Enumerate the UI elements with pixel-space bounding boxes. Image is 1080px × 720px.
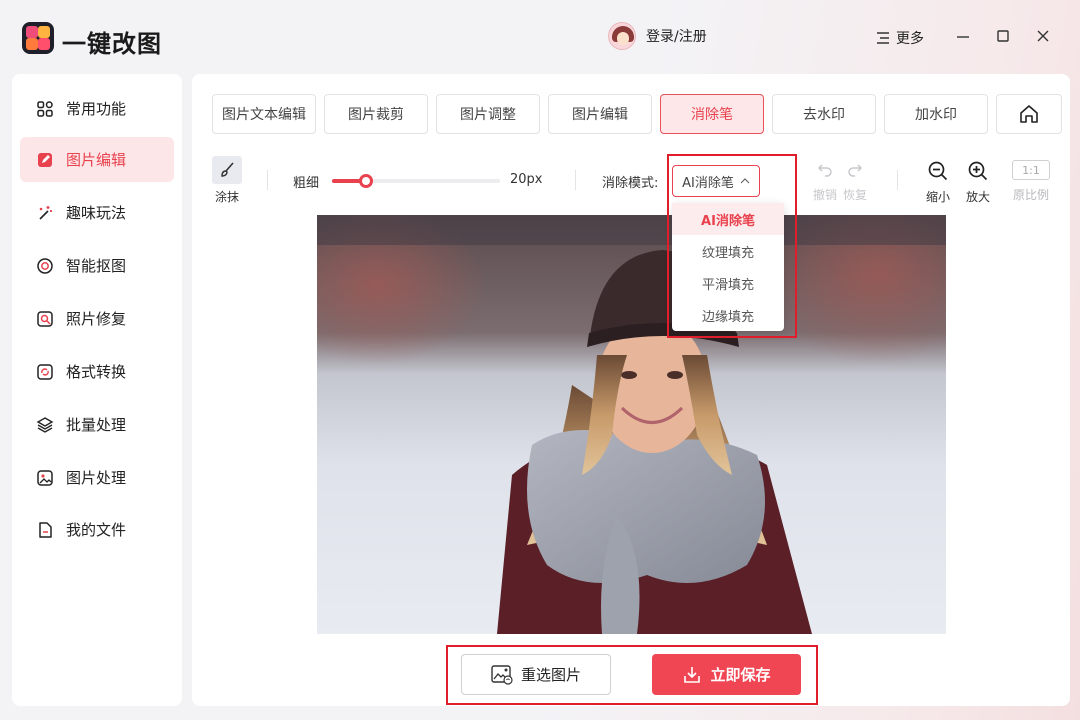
sidebar-item-image-process[interactable]: 图片处理 [20, 455, 174, 500]
zoom-in-label: 放大 [966, 190, 991, 204]
tab-crop[interactable]: 图片裁剪 [324, 94, 428, 134]
mode-option-edge[interactable]: 边缘填充 [672, 299, 784, 331]
zoom-in-button[interactable]: 放大 [966, 160, 990, 205]
more-menu-button[interactable]: 更多 [876, 28, 924, 48]
original-ratio-button[interactable]: 1:1 原比例 [1012, 160, 1050, 203]
minimize-button[interactable] [951, 24, 975, 48]
login-register[interactable]: 登录/注册 [608, 22, 707, 50]
sidebar-item-image-edit[interactable]: 图片编辑 [20, 137, 174, 182]
maximize-button[interactable] [991, 24, 1015, 48]
save-label: 立即保存 [710, 666, 771, 684]
photo-image [317, 215, 946, 634]
thickness-slider[interactable] [332, 174, 500, 188]
sidebar-item-cutout[interactable]: 智能抠图 [20, 243, 174, 288]
sidebar-item-label: 照片修复 [66, 310, 127, 328]
menu-icon [877, 32, 889, 44]
sidebar-item-label: 图片处理 [66, 469, 127, 487]
photo-repair-icon [36, 310, 54, 328]
sidebar-item-fun[interactable]: 趣味玩法 [20, 190, 174, 235]
undo-label: 撤销 [813, 188, 838, 202]
sidebar-item-label: 格式转换 [66, 363, 127, 381]
avatar [608, 22, 636, 50]
reselect-image-button[interactable]: 重选图片 [461, 654, 611, 695]
close-button[interactable] [1031, 24, 1055, 48]
divider [897, 170, 898, 190]
sidebar-item-my-files[interactable]: 我的文件 [20, 507, 174, 552]
file-icon [36, 521, 54, 539]
tab-remove-watermark[interactable]: 去水印 [772, 94, 876, 134]
app-title: 一键改图 [62, 30, 162, 58]
home-icon [1020, 105, 1038, 123]
mode-option-smooth[interactable]: 平滑填充 [672, 267, 784, 299]
sidebar-item-label: 我的文件 [66, 521, 127, 539]
image-replace-icon [491, 664, 513, 685]
ratio-label: 原比例 [1012, 188, 1049, 202]
sidebar-item-label: 智能抠图 [66, 257, 127, 275]
target-icon [36, 257, 54, 275]
brush-tool[interactable]: 涂抹 [212, 156, 242, 205]
grid-icon [36, 100, 54, 118]
maximize-icon [997, 30, 1009, 42]
reselect-label: 重选图片 [520, 666, 581, 684]
more-label: 更多 [896, 31, 924, 47]
sidebar-item-label: 常用功能 [66, 100, 127, 118]
zoom-out-icon [928, 161, 948, 181]
download-icon [684, 666, 701, 683]
brush-label: 涂抹 [214, 190, 239, 204]
redo-icon [848, 164, 863, 177]
mode-label: 消除模式: [602, 176, 659, 191]
sidebar-item-convert[interactable]: 格式转换 [20, 349, 174, 394]
sidebar-item-common[interactable]: 常用功能 [20, 86, 174, 131]
edit-icon [36, 151, 54, 169]
title-bar: 一键改图 登录/注册 更多 [0, 0, 1080, 70]
divider [267, 170, 268, 190]
thickness-value: 20px [510, 172, 543, 187]
home-button[interactable] [996, 94, 1062, 134]
mode-option-texture[interactable]: 纹理填充 [672, 235, 784, 267]
layers-icon [36, 416, 54, 434]
minimize-icon [957, 36, 969, 38]
thickness-label: 粗细 [293, 176, 320, 191]
tab-eraser[interactable]: 消除笔 [660, 94, 764, 134]
tab-image-edit[interactable]: 图片编辑 [548, 94, 652, 134]
tab-text-edit[interactable]: 图片文本编辑 [212, 94, 316, 134]
mode-select[interactable]: AI消除笔 [672, 165, 760, 197]
login-register-label: 登录/注册 [646, 29, 707, 45]
sidebar-item-label: 图片编辑 [66, 151, 127, 169]
save-button[interactable]: 立即保存 [652, 654, 801, 695]
app-logo-icon [22, 22, 54, 54]
ratio-icon: 1:1 [1012, 160, 1050, 180]
zoom-out-label: 缩小 [926, 190, 951, 204]
tab-add-watermark[interactable]: 加水印 [884, 94, 988, 134]
brush-icon [212, 156, 242, 184]
chevron-up-icon [740, 178, 750, 184]
undo-button[interactable]: 撤销 [813, 160, 837, 203]
tab-adjust[interactable]: 图片调整 [436, 94, 540, 134]
redo-label: 恢复 [843, 188, 868, 202]
close-icon [1037, 30, 1049, 42]
divider [575, 170, 576, 190]
zoom-out-button[interactable]: 缩小 [926, 160, 950, 205]
sidebar-item-repair[interactable]: 照片修复 [20, 296, 174, 341]
magic-wand-icon [36, 204, 54, 222]
slider-handle[interactable] [358, 174, 373, 188]
image-canvas[interactable] [317, 215, 946, 634]
mode-select-value: AI消除笔 [682, 175, 734, 191]
main-panel: 图片文本编辑 图片裁剪 图片调整 图片编辑 消除笔 去水印 加水印 涂抹 粗细 … [192, 74, 1070, 706]
sidebar-item-batch[interactable]: 批量处理 [20, 402, 174, 447]
sidebar: 常用功能 图片编辑 趣味玩法 智能抠图 照片修复 格式转换 批量处理 图片处理 … [12, 74, 182, 706]
convert-icon [36, 363, 54, 381]
mode-dropdown: AI消除笔 纹理填充 平滑填充 边缘填充 [672, 203, 784, 331]
zoom-in-icon [968, 161, 988, 181]
sidebar-item-label: 趣味玩法 [66, 204, 127, 222]
undo-icon [817, 164, 832, 177]
sidebar-item-label: 批量处理 [66, 416, 127, 434]
image-icon [36, 469, 54, 487]
mode-option-ai[interactable]: AI消除笔 [672, 203, 784, 235]
redo-button[interactable]: 恢复 [843, 160, 867, 203]
